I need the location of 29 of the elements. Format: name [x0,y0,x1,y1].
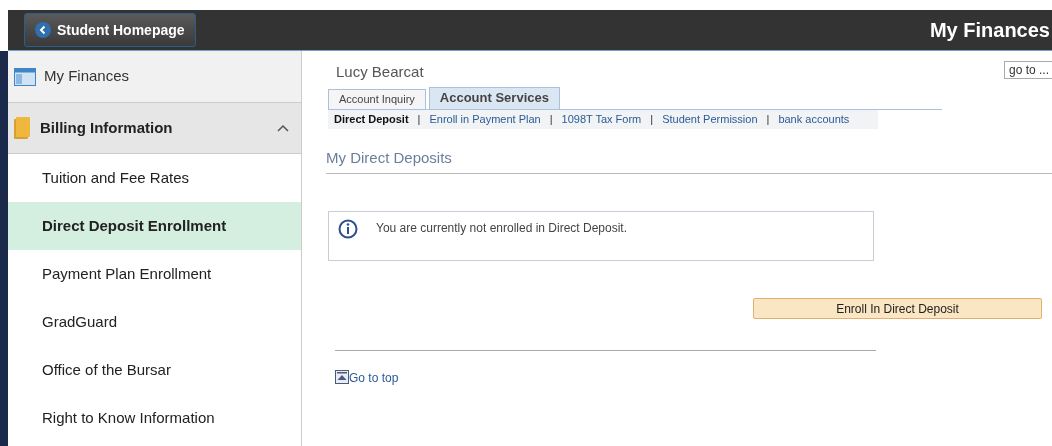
subtab-link[interactable]: bank accounts [778,110,850,128]
section-title: My Direct Deposits [326,146,1052,174]
subtab-link[interactable]: Enroll in Payment Plan [429,110,541,128]
go-to-top-link[interactable]: Go to top [349,372,399,384]
message-text: You are currently not enrolled in Direct Deposit. [376,220,628,237]
separator: | [766,111,770,127]
separator: | [650,111,654,127]
goto-dropdown[interactable]: go to ... [1003,61,1052,79]
sidebar-item[interactable]: My Finances [8,51,301,103]
folder-icon [14,117,30,139]
subtab-link[interactable]: Student Permission [662,110,758,128]
student-name: Lucy Bearcat [336,62,424,82]
sidebar-group[interactable]: Billing Information [8,103,301,154]
go-to-top-icon [335,370,349,384]
tab[interactable]: Account Services [428,86,560,109]
sidebar-item[interactable]: Direct Deposit Enrollment [8,202,301,250]
chevron-up-icon [277,124,289,132]
window-icon [14,67,36,86]
enroll-button[interactable]: Enroll In Direct Deposit [753,298,1042,319]
group-label: Billing Information [40,117,174,138]
separator: | [549,111,553,127]
subtab-link[interactable]: 1098T Tax Form [561,110,642,128]
info-icon [338,219,358,239]
back-button[interactable]: Student Homepage [24,13,196,47]
subtab-link[interactable]: Direct Deposit [334,110,409,128]
separator: | [417,111,421,127]
page-title: My Finances [929,18,1050,43]
tab[interactable]: Account Inquiry [328,88,426,109]
back-icon [35,22,51,38]
